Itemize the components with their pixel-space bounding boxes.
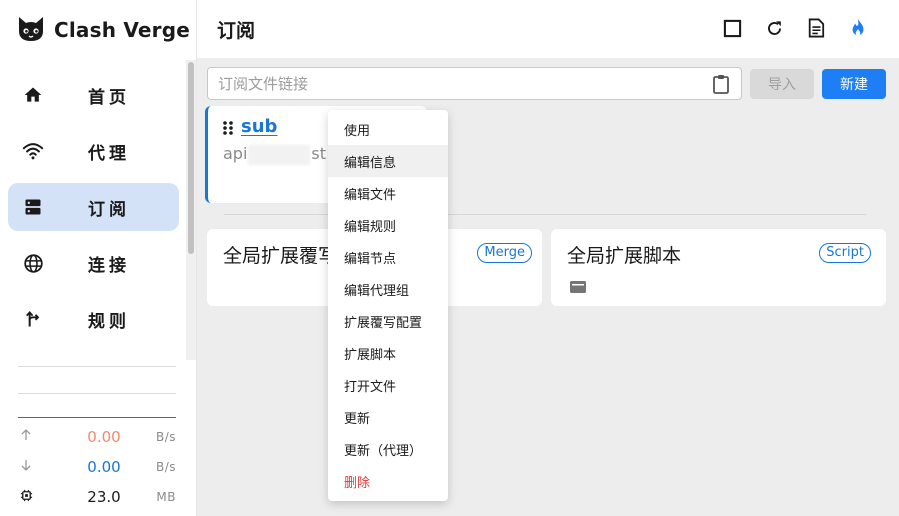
home-icon (22, 84, 44, 106)
sidebar-item-label: 首页 (88, 87, 130, 108)
download-speed-unit: B/s (155, 460, 176, 474)
menu-item-update[interactable]: 更新 (328, 401, 448, 433)
extension-title: 全局扩展脚本 (567, 245, 682, 267)
subscription-url-input-wrapper (207, 67, 742, 100)
menu-item-delete[interactable]: 删除 (328, 465, 448, 497)
sidebar-nav: 首页 代理 订阅 连接 规则 (8, 71, 179, 351)
sidebar-item-label: 规则 (88, 311, 130, 332)
script-badge: Script (819, 243, 871, 263)
app-logo: Clash Verge (16, 14, 190, 46)
menu-item-extend-merge[interactable]: 扩展覆写配置 (328, 305, 448, 337)
menu-item-edit-file[interactable]: 编辑文件 (328, 177, 448, 209)
flame-icon[interactable] (847, 17, 869, 39)
sidebar-item-rules[interactable]: 规则 (8, 295, 179, 343)
main-content: 订阅 订阅文件链接 导入 新建 sub api st 全局扩展覆写 Merge … (197, 0, 899, 516)
menu-item-open-file[interactable]: 打开文件 (328, 369, 448, 401)
wifi-icon (22, 140, 44, 162)
menu-item-edit-info[interactable]: 编辑信息 (328, 145, 448, 177)
globe-icon (22, 252, 44, 274)
sidebar-scrollbar-thumb[interactable] (188, 62, 194, 254)
menu-item-edit-groups[interactable]: 编辑代理组 (328, 273, 448, 305)
section-divider (224, 214, 866, 215)
sidebar-item-home[interactable]: 首页 (8, 71, 179, 119)
extension-title: 全局扩展覆写 (223, 245, 338, 267)
cat-logo-icon (16, 13, 46, 47)
document-icon[interactable] (805, 17, 827, 39)
new-button[interactable]: 新建 (822, 69, 886, 99)
menu-item-use[interactable]: 使用 (328, 113, 448, 145)
sidebar-item-proxy[interactable]: 代理 (8, 127, 179, 175)
refresh-icon[interactable] (763, 17, 785, 39)
memory-usage-row: 23.0 MB (18, 485, 178, 509)
import-button[interactable]: 导入 (750, 69, 814, 99)
menu-item-extend-script[interactable]: 扩展脚本 (328, 337, 448, 369)
sidebar-item-label: 连接 (88, 255, 130, 276)
memory-chip-icon (18, 489, 34, 506)
redacted-region (248, 145, 310, 165)
sidebar-divider (18, 393, 176, 394)
profile-name[interactable]: sub (241, 116, 277, 137)
download-speed-value: 0.00 (87, 458, 121, 476)
global-script-card[interactable]: 全局扩展脚本 Script (551, 229, 886, 306)
dns-icon (22, 196, 44, 218)
merge-badge: Merge (477, 243, 532, 263)
upload-speed-row: 0.00 B/s (18, 425, 178, 449)
profile-url-suffix: st (311, 144, 327, 163)
menu-item-update-via-proxy[interactable]: 更新（代理） (328, 433, 448, 465)
memory-usage-value: 23.0 (87, 488, 121, 506)
sidebar-item-subscription[interactable]: 订阅 (8, 183, 179, 231)
square-icon[interactable] (721, 17, 743, 39)
download-speed-row: 0.00 B/s (18, 455, 178, 479)
sidebar-item-label: 代理 (88, 143, 130, 164)
fork-icon (22, 308, 44, 330)
memory-usage-unit: MB (156, 490, 176, 504)
sidebar-item-label: 订阅 (88, 199, 130, 220)
sidebar-divider (18, 366, 176, 367)
traffic-graph-line (18, 417, 176, 418)
terminal-icon (569, 279, 587, 298)
sidebar: Clash Verge 首页 代理 订阅 连接 规则 0.00 B/s 0.00… (0, 0, 197, 516)
upload-speed-unit: B/s (155, 430, 176, 444)
arrow-down-icon (18, 459, 34, 475)
profile-url-prefix: api (223, 144, 248, 163)
profile-context-menu: 使用 编辑信息 编辑文件 编辑规则 编辑节点 编辑代理组 扩展覆写配置 扩展脚本… (328, 110, 448, 501)
upload-speed-value: 0.00 (87, 428, 121, 446)
page-header: 订阅 (197, 0, 899, 58)
menu-item-edit-rules[interactable]: 编辑规则 (328, 209, 448, 241)
clipboard-icon[interactable] (712, 74, 730, 94)
sidebar-item-connections[interactable]: 连接 (8, 239, 179, 287)
arrow-up-icon (18, 429, 34, 445)
menu-item-edit-proxies[interactable]: 编辑节点 (328, 241, 448, 273)
drag-handle-icon[interactable] (222, 120, 234, 140)
app-title: Clash Verge (54, 18, 191, 42)
page-title: 订阅 (217, 20, 256, 42)
subscription-url-input[interactable] (218, 74, 708, 93)
